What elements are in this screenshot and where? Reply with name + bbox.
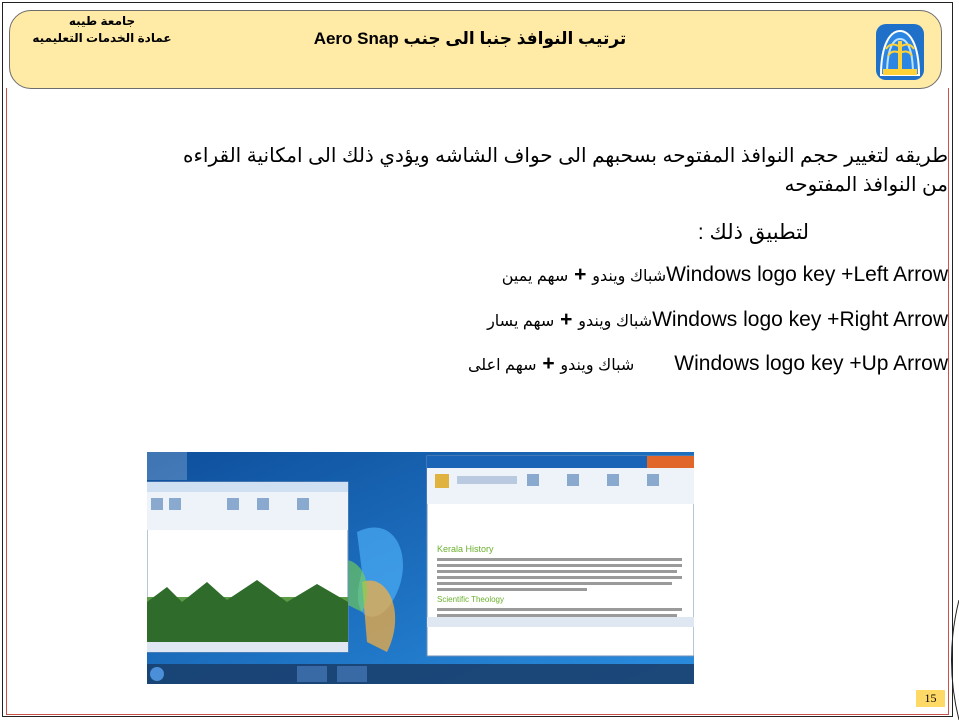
shortcut-arabic: شباك ويندو (560, 357, 635, 374)
shortcut-plus: + (560, 308, 573, 331)
slide-title: ترتيب النوافذ جنبا الى جنب Aero Snap (313, 29, 627, 48)
doc-heading: Kerala History (437, 544, 494, 554)
shortcut-arrow: سهم يمين (501, 268, 569, 285)
slide-corner-curve (951, 600, 959, 720)
left-snapped-window (147, 481, 349, 653)
page-number: 15 (916, 690, 945, 707)
shortcut-plus: + (542, 352, 555, 375)
shortcut-arabic: شباك ويندو (578, 313, 653, 330)
apply-label: لتطبيق ذلك : (697, 221, 809, 244)
shortcut-arrow: سهم يسار (487, 313, 555, 330)
shortcut-line-up: Windows logo key +Up Arrow شباك ويندو + س… (468, 352, 948, 376)
shortcut-keys: Windows logo key +Right Arrow (652, 308, 948, 331)
shortcut-line-left: Windows logo key +Left Arrowشباك ويندو +… (502, 263, 948, 287)
shortcut-line-right: Windows logo key +Right Arrowشباك ويندو … (487, 308, 948, 332)
shortcut-plus: + (574, 263, 587, 286)
description-paragraph: طريقه لتغيير حجم النوافذ المفتوحه بسحبهم… (183, 145, 948, 196)
university-name: جامعة طيبه (68, 14, 136, 28)
aero-snap-screenshot: Kerala History Scientific Theology (147, 452, 694, 684)
doc-subheading: Scientific Theology (437, 595, 504, 604)
shortcut-arabic: شباك ويندو (592, 268, 667, 285)
deanship-name: عمادة الخدمات التعليميه (32, 31, 172, 45)
taskbar (147, 664, 694, 684)
shortcut-keys: Windows logo key +Left Arrow (666, 263, 948, 286)
university-logo-icon (876, 24, 924, 80)
right-snapped-window: Kerala History Scientific Theology (426, 455, 694, 657)
shortcut-keys: Windows logo key +Up Arrow (674, 352, 948, 375)
shortcut-arrow: سهم اعلى (467, 357, 537, 374)
university-label: جامعة طيبه عمادة الخدمات التعليميه (22, 13, 182, 47)
